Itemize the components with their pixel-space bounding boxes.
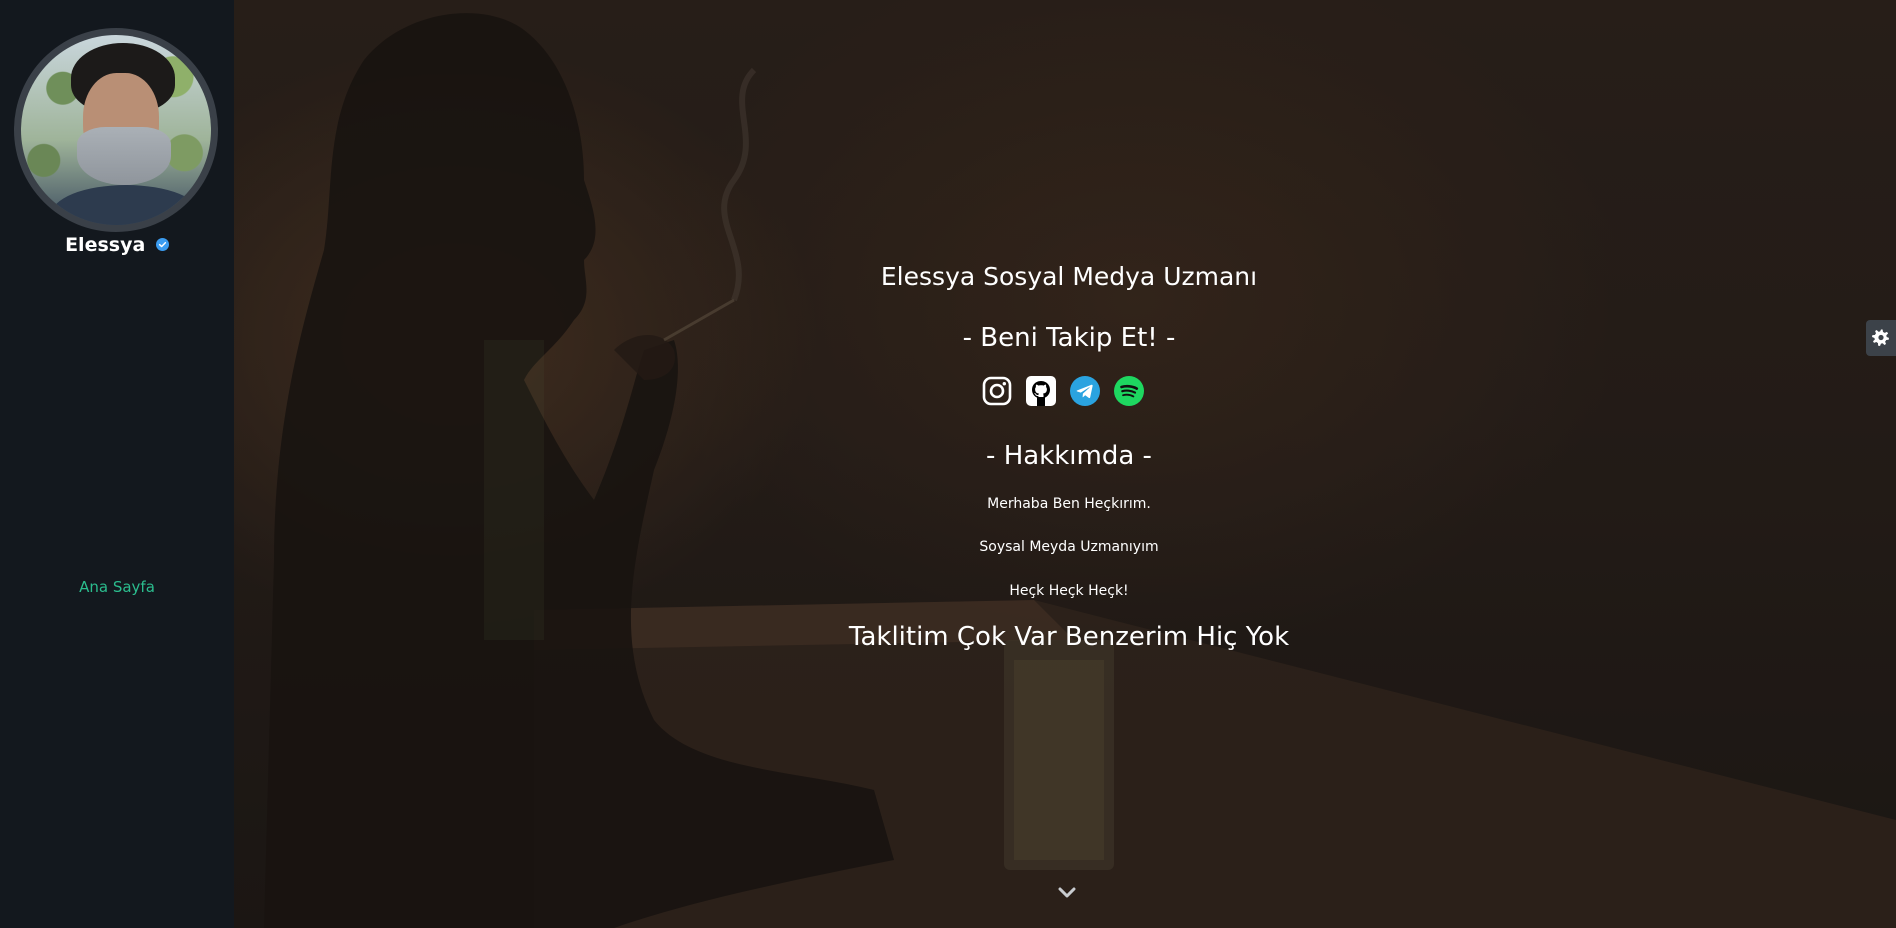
about-line: Merhaba Ben Heçkırım.	[987, 496, 1151, 512]
page-title: Elessya Sosyal Medya Uzmanı	[880, 262, 1258, 291]
username-row: Elessya	[0, 234, 234, 256]
spotify-icon[interactable]	[1114, 376, 1144, 406]
chevron-down-icon[interactable]	[1056, 884, 1078, 902]
avatar-shirt	[51, 185, 201, 225]
gear-icon	[1872, 329, 1889, 346]
github-icon[interactable]	[1026, 376, 1056, 406]
social-links	[982, 376, 1144, 406]
avatar-mask	[77, 127, 171, 185]
about-line: Soysal Meyda Uzmanıyım	[979, 539, 1159, 555]
page: Elessya Ana Sayfa Elessya Sosyal Medya U…	[0, 0, 1896, 928]
motto-heading: Taklitim Çok Var Benzerim Hiç Yok	[848, 622, 1290, 652]
avatar-frame	[14, 28, 218, 232]
username: Elessya	[65, 234, 146, 256]
nav-home-link[interactable]: Ana Sayfa	[0, 578, 234, 596]
about-heading: - Hakkımda -	[986, 441, 1152, 471]
sidebar: Elessya Ana Sayfa	[0, 0, 234, 928]
verified-badge-icon	[155, 237, 169, 251]
instagram-icon[interactable]	[982, 376, 1012, 406]
follow-heading: - Beni Takip Et! -	[962, 323, 1176, 353]
hero-content: Elessya Sosyal Medya Uzmanı - Beni Takip…	[234, 0, 1896, 928]
telegram-icon[interactable]	[1070, 376, 1100, 406]
about-line: Heçk Heçk Heçk!	[1009, 583, 1129, 599]
avatar[interactable]	[21, 35, 211, 225]
settings-toggle-button[interactable]	[1866, 320, 1896, 356]
